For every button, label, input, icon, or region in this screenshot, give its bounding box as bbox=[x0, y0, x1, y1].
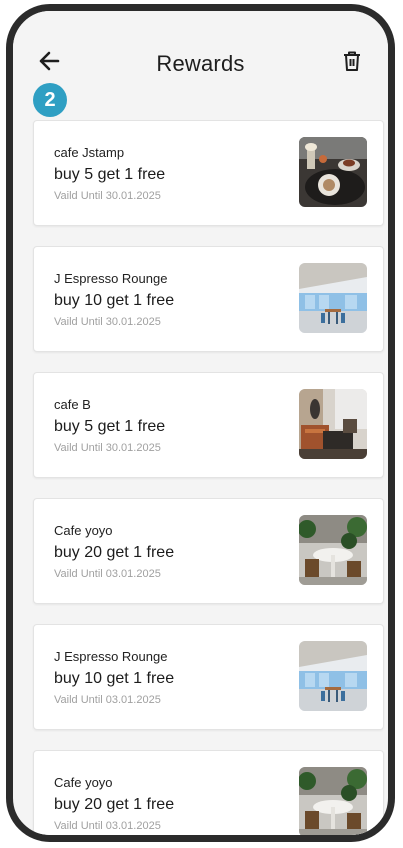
reward-details: Cafe yoyo buy 20 get 1 free Vaild Until … bbox=[54, 523, 174, 580]
cafe-interior-blue-photo bbox=[299, 641, 367, 711]
reward-card[interactable]: Cafe yoyo buy 20 get 1 free Vaild Until … bbox=[33, 750, 384, 835]
reward-details: cafe B buy 5 get 1 free Vaild Until 30.0… bbox=[54, 397, 165, 454]
reward-offer: buy 10 get 1 free bbox=[54, 670, 175, 687]
reward-offer: buy 20 get 1 free bbox=[54, 544, 175, 561]
cafe-interior-blue-photo bbox=[299, 263, 367, 333]
header: Rewards bbox=[13, 11, 388, 99]
reward-details: cafe Jstamp buy 5 get 1 free Vaild Until… bbox=[54, 145, 165, 202]
reward-card[interactable]: cafe Jstamp buy 5 get 1 free Vaild Until… bbox=[33, 120, 384, 226]
valid-until: Vaild Until 30.01.2025 bbox=[54, 442, 161, 454]
cafe-table-plants-photo bbox=[299, 767, 367, 835]
valid-until: Vaild Until 03.01.2025 bbox=[54, 694, 161, 706]
cafe-interior-brown-photo bbox=[299, 389, 367, 459]
reward-offer: buy 20 get 1 free bbox=[54, 796, 175, 813]
phone-frame: Rewards 2 cafe Jstamp buy 5 get 1 free V… bbox=[6, 4, 395, 842]
reward-details: J Espresso Rounge buy 10 get 1 free Vail… bbox=[54, 271, 174, 328]
valid-until: Vaild Until 30.01.2025 bbox=[54, 190, 161, 202]
rewards-list: cafe Jstamp buy 5 get 1 free Vaild Until… bbox=[33, 120, 384, 835]
reward-offer: buy 5 get 1 free bbox=[54, 418, 166, 435]
reward-card[interactable]: Cafe yoyo buy 20 get 1 free Vaild Until … bbox=[33, 498, 384, 604]
page-title: Rewards bbox=[156, 51, 245, 76]
cafe-name: Cafe yoyo bbox=[54, 523, 113, 538]
trash-icon bbox=[344, 51, 360, 71]
cafe-name: J Espresso Rounge bbox=[54, 271, 168, 286]
reward-card[interactable]: J Espresso Rounge buy 10 get 1 free Vail… bbox=[33, 246, 384, 352]
delete-button[interactable] bbox=[338, 47, 366, 75]
reward-details: J Espresso Rounge buy 10 get 1 free Vail… bbox=[54, 649, 174, 706]
cafe-dessert-photo bbox=[299, 137, 367, 207]
reward-offer: buy 10 get 1 free bbox=[54, 292, 175, 309]
cafe-name: cafe Jstamp bbox=[54, 145, 125, 160]
cafe-table-plants-photo bbox=[299, 515, 367, 585]
reward-card[interactable]: J Espresso Rounge buy 10 get 1 free Vail… bbox=[33, 624, 384, 730]
step-number-badge: 2 bbox=[33, 83, 67, 117]
reward-details: Cafe yoyo buy 20 get 1 free Vaild Until … bbox=[54, 775, 174, 832]
cafe-name: Cafe yoyo bbox=[54, 775, 113, 790]
reward-card[interactable]: cafe B buy 5 get 1 free Vaild Until 30.0… bbox=[33, 372, 384, 478]
valid-until: Vaild Until 30.01.2025 bbox=[54, 316, 161, 328]
cafe-name: J Espresso Rounge bbox=[54, 649, 168, 664]
valid-until: Vaild Until 03.01.2025 bbox=[54, 568, 161, 580]
cafe-name: cafe B bbox=[54, 397, 91, 412]
reward-offer: buy 5 get 1 free bbox=[54, 166, 166, 183]
valid-until: Vaild Until 03.01.2025 bbox=[54, 820, 161, 832]
